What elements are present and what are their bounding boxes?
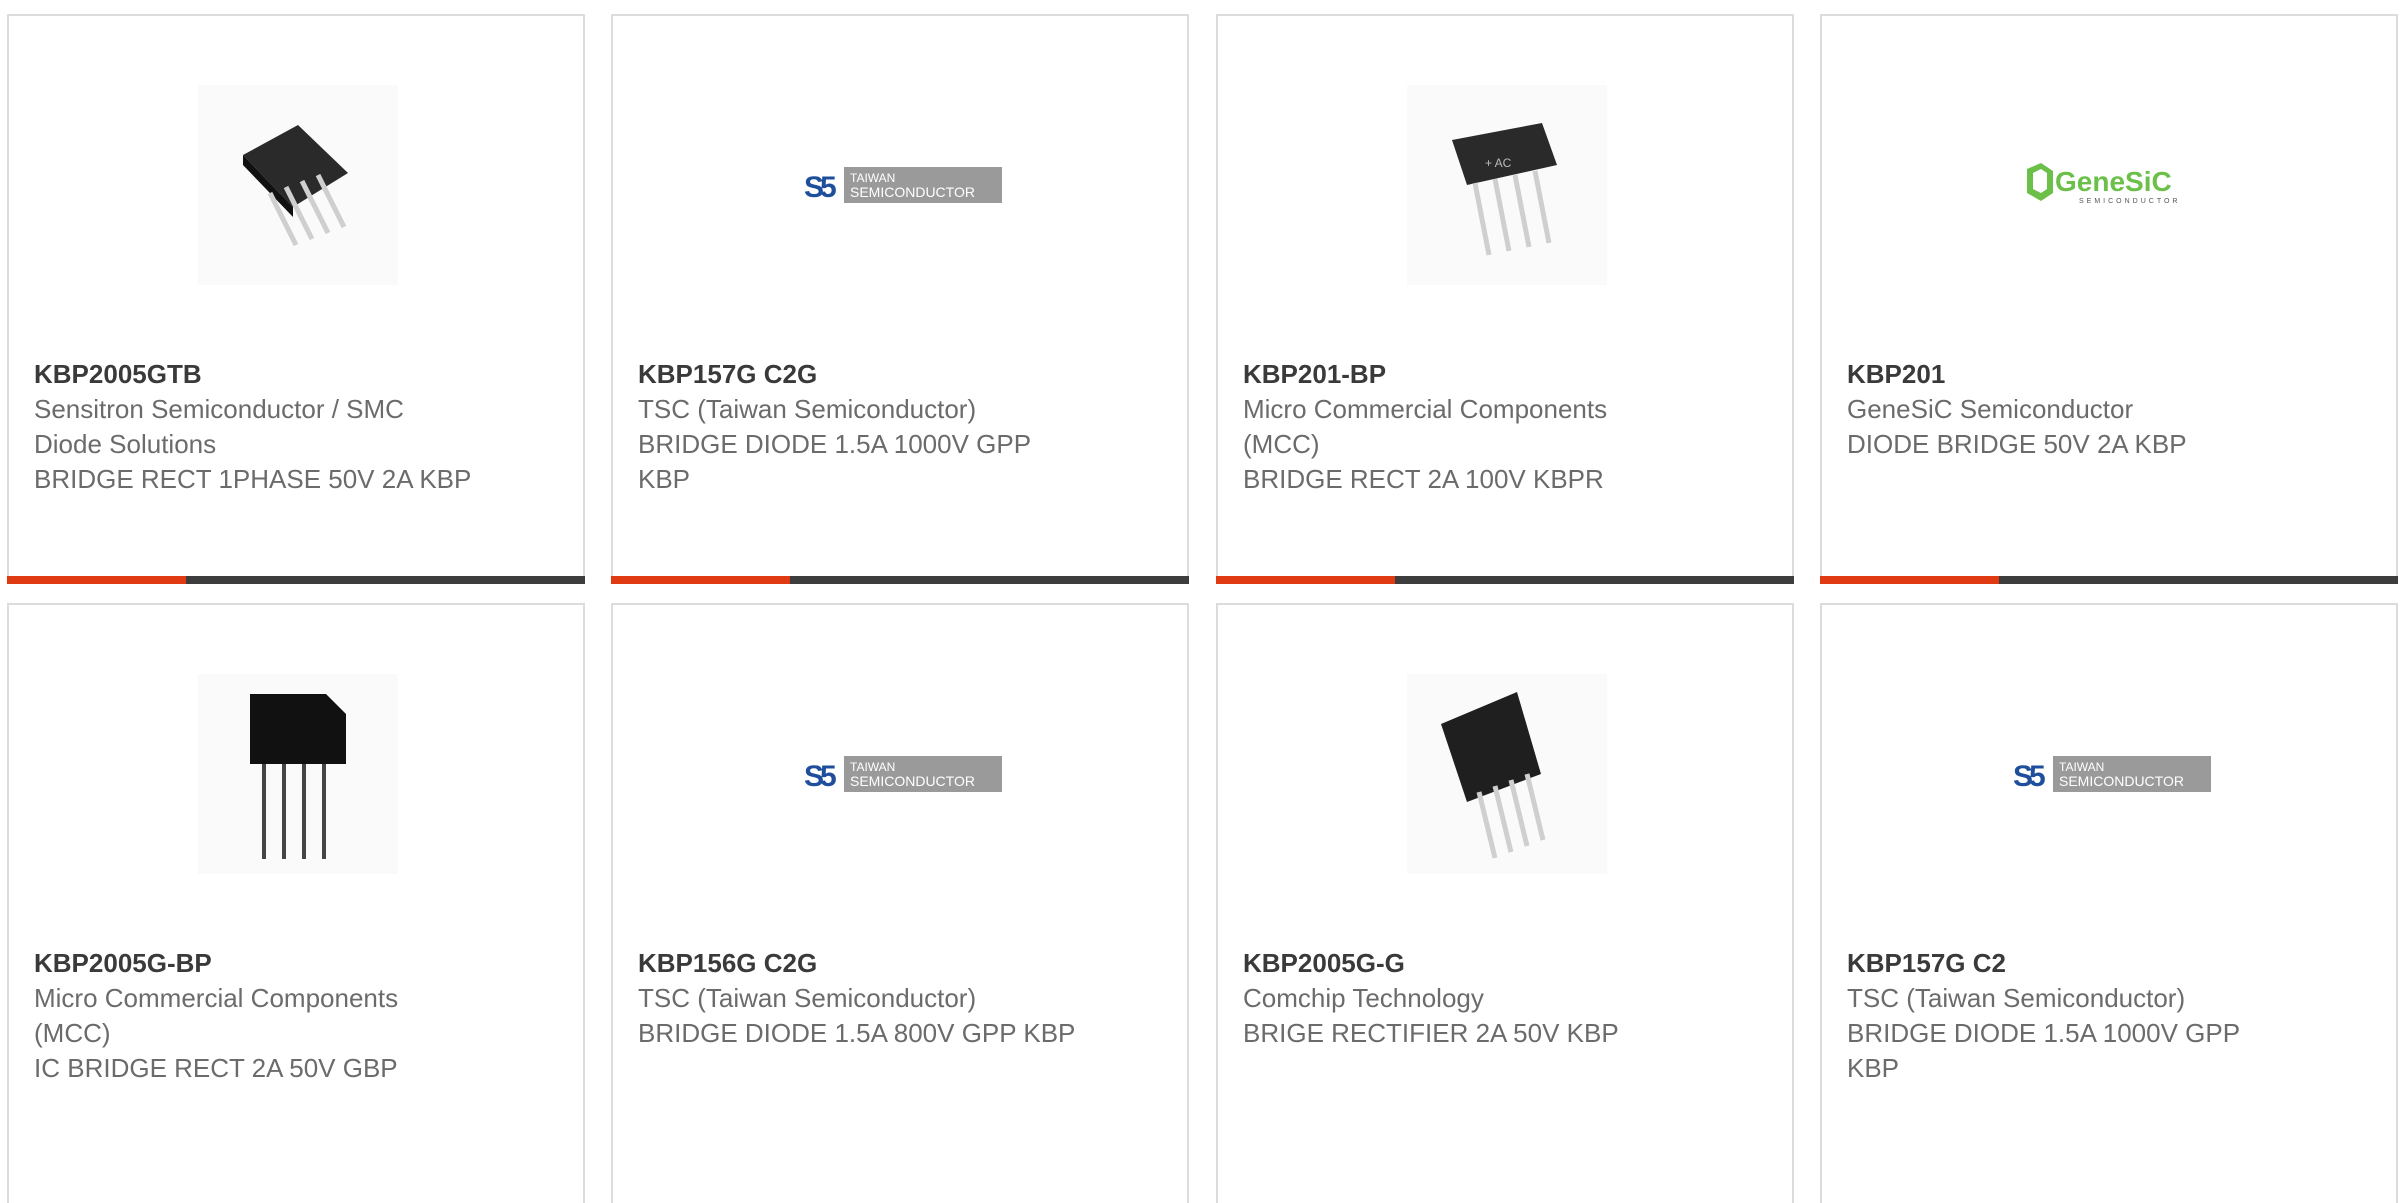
part-number[interactable]: KBP156G C2G	[638, 945, 1078, 981]
card-progress-bar	[611, 576, 1189, 584]
product-image[interactable]: S 5 TAIWAN SEMICONDUCTOR	[2011, 674, 2211, 874]
svg-text:TAIWAN: TAIWAN	[2059, 760, 2104, 774]
part-number[interactable]: KBP201-BP	[1243, 356, 1683, 392]
product-image[interactable]: GeneSiC SEMICONDUCTOR	[2011, 85, 2211, 285]
product-image[interactable]: S 5 TAIWAN SEMICONDUCTOR	[802, 674, 1002, 874]
product-card[interactable]: + AC KBP201-BP Micro Commercial Componen…	[1216, 14, 1794, 584]
svg-text:5: 5	[2029, 760, 2046, 793]
product-image[interactable]	[1407, 674, 1607, 874]
svg-text:5: 5	[820, 760, 837, 793]
product-info: KBP156G C2G TSC (Taiwan Semiconductor) B…	[638, 945, 1078, 1051]
description: BRIDGE RECT 1PHASE 50V 2A KBP	[34, 464, 472, 494]
manufacturer: Micro Commercial Components (MCC)	[1243, 394, 1608, 459]
product-image[interactable]: S 5 TAIWAN SEMICONDUCTOR	[802, 85, 1002, 285]
description: BRIDGE RECT 2A 100V KBPR	[1243, 464, 1604, 494]
product-card[interactable]: KBP2005GTB Sensitron Semiconductor / SMC…	[7, 14, 585, 584]
product-info: KBP2005G-BP Micro Commercial Components …	[34, 945, 474, 1086]
description: IC BRIDGE RECT 2A 50V GBP	[34, 1053, 398, 1083]
card-progress-bar	[1216, 576, 1794, 584]
product-image[interactable]: + AC	[1407, 85, 1607, 285]
svg-text:TAIWAN: TAIWAN	[850, 760, 895, 774]
manufacturer: Micro Commercial Components (MCC)	[34, 983, 399, 1048]
manufacturer: Comchip Technology	[1243, 983, 1484, 1013]
product-card[interactable]: GeneSiC SEMICONDUCTOR KBP201 GeneSiC Sem…	[1820, 14, 2398, 584]
description: BRIDGE DIODE 1.5A 1000V GPP KBP	[638, 429, 1031, 494]
product-info: KBP201 GeneSiC Semiconductor DIODE BRIDG…	[1847, 356, 2287, 462]
svg-text:5: 5	[820, 171, 837, 204]
product-card[interactable]: S 5 TAIWAN SEMICONDUCTOR KBP157G C2G TSC…	[611, 14, 1189, 584]
description: BRIGE RECTIFIER 2A 50V KBP	[1243, 1018, 1619, 1048]
svg-text:TAIWAN: TAIWAN	[850, 171, 895, 185]
product-card[interactable]: KBP2005G-BP Micro Commercial Components …	[7, 603, 585, 1203]
bridge-rectifier-icon	[1441, 692, 1546, 859]
bridge-rectifier-icon: + AC	[1452, 123, 1557, 256]
card-progress-bar	[1820, 576, 2398, 584]
taiwan-semiconductor-logo-icon: S 5 TAIWAN SEMICONDUCTOR	[802, 756, 1002, 793]
description: BRIDGE DIODE 1.5A 800V GPP KBP	[638, 1018, 1076, 1048]
description: DIODE BRIDGE 50V 2A KBP	[1847, 429, 2187, 459]
product-card[interactable]: KBP2005G-G Comchip Technology BRIGE RECT…	[1216, 603, 1794, 1203]
bridge-rectifier-icon	[250, 694, 346, 859]
svg-text:SEMICONDUCTOR: SEMICONDUCTOR	[850, 184, 975, 200]
product-info: KBP157G C2 TSC (Taiwan Semiconductor) BR…	[1847, 945, 2287, 1086]
product-info: KBP2005GTB Sensitron Semiconductor / SMC…	[34, 356, 474, 497]
part-number[interactable]: KBP157G C2	[1847, 945, 2287, 981]
description: BRIDGE DIODE 1.5A 1000V GPP KBP	[1847, 1018, 2240, 1083]
part-number[interactable]: KBP2005GTB	[34, 356, 474, 392]
part-number[interactable]: KBP157G C2G	[638, 356, 1078, 392]
card-progress-fill	[1820, 576, 2000, 584]
part-number[interactable]: KBP2005G-G	[1243, 945, 1683, 981]
product-image[interactable]	[198, 85, 398, 285]
manufacturer: TSC (Taiwan Semiconductor)	[638, 983, 977, 1013]
taiwan-semiconductor-logo-icon: S 5 TAIWAN SEMICONDUCTOR	[802, 167, 1002, 204]
manufacturer: GeneSiC Semiconductor	[1847, 394, 2134, 424]
svg-text:SEMICONDUCTOR: SEMICONDUCTOR	[2059, 773, 2184, 789]
card-progress-fill	[7, 576, 187, 584]
product-card[interactable]: S 5 TAIWAN SEMICONDUCTOR KBP157G C2 TSC …	[1820, 603, 2398, 1203]
bridge-rectifier-icon	[243, 125, 348, 247]
product-card[interactable]: S 5 TAIWAN SEMICONDUCTOR KBP156G C2G TSC…	[611, 603, 1189, 1203]
product-info: KBP2005G-G Comchip Technology BRIGE RECT…	[1243, 945, 1683, 1051]
svg-text:GeneSiC: GeneSiC	[2055, 166, 2172, 197]
svg-text:SEMICONDUCTOR: SEMICONDUCTOR	[2079, 198, 2180, 205]
genesic-logo-icon: GeneSiC SEMICONDUCTOR	[2027, 163, 2180, 205]
product-info: KBP201-BP Micro Commercial Components (M…	[1243, 356, 1683, 497]
svg-text:SEMICONDUCTOR: SEMICONDUCTOR	[850, 773, 975, 789]
product-info: KBP157G C2G TSC (Taiwan Semiconductor) B…	[638, 356, 1078, 497]
taiwan-semiconductor-logo-icon: S 5 TAIWAN SEMICONDUCTOR	[2011, 756, 2211, 793]
part-number[interactable]: KBP201	[1847, 356, 2287, 392]
card-progress-fill	[1216, 576, 1396, 584]
part-number[interactable]: KBP2005G-BP	[34, 945, 474, 981]
product-grid: KBP2005GTB Sensitron Semiconductor / SMC…	[0, 0, 2400, 1203]
card-progress-fill	[611, 576, 791, 584]
manufacturer: TSC (Taiwan Semiconductor)	[638, 394, 977, 424]
manufacturer: Sensitron Semiconductor / SMC Diode Solu…	[34, 394, 404, 459]
product-image[interactable]	[198, 674, 398, 874]
svg-text:+ AC: + AC	[1485, 156, 1512, 170]
card-progress-bar	[7, 576, 585, 584]
manufacturer: TSC (Taiwan Semiconductor)	[1847, 983, 2186, 1013]
